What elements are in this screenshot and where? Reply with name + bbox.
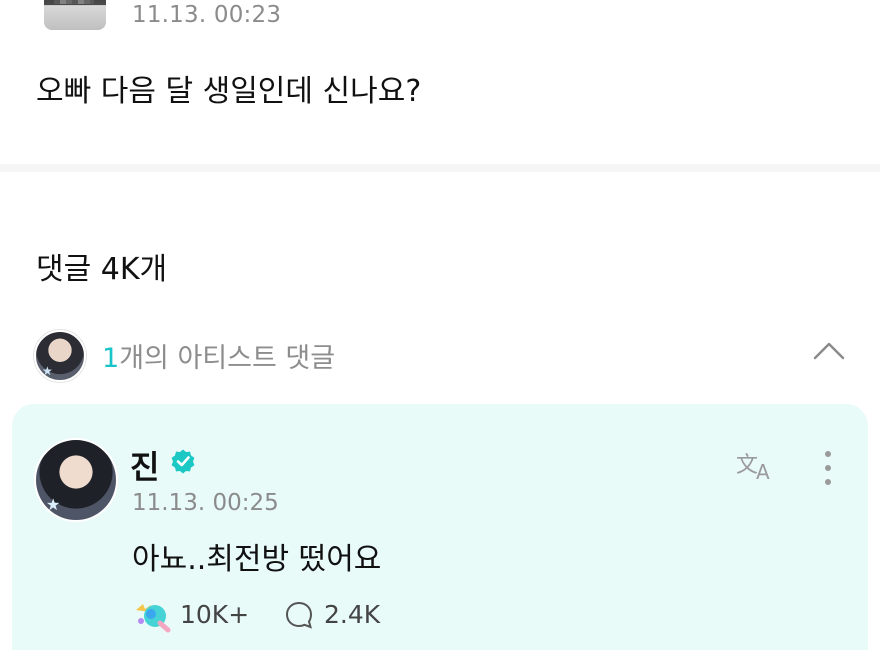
post-text: 오빠 다음 달 생일인데 신나요? — [36, 74, 422, 109]
reply-count: 2.4K — [324, 600, 381, 629]
artist-comments-label-text: 개의 아티스트 댓글 — [119, 343, 336, 374]
artist-comments-toggle[interactable]: ★ 1개의 아티스트 댓글 — [32, 330, 852, 382]
blurred-face — [54, 0, 94, 4]
like-count: 10K+ — [180, 600, 250, 629]
section-divider — [0, 164, 880, 172]
svg-text:文: 文 — [736, 453, 758, 478]
artist-comment-card: ★ 진 11.13. 00:25 아뇨..최전방 떴어요 文 A 10K+ 2.… — [12, 404, 868, 650]
post-detail-page: 11.13. 00:23 오빠 다음 달 생일인데 신나요? 댓글 4K개 ★ … — [0, 0, 880, 650]
reply-bubble-icon — [285, 601, 313, 629]
post-timestamp: 11.13. 00:23 — [132, 2, 282, 28]
post-author-avatar[interactable] — [44, 0, 106, 30]
artist-comment-timestamp: 11.13. 00:25 — [132, 490, 279, 516]
star-icon: ★ — [46, 495, 61, 514]
artist-avatar[interactable]: ★ — [34, 438, 118, 522]
verified-badge-icon — [171, 449, 195, 474]
artist-comment-count: 1 — [102, 343, 120, 374]
star-icon: ★ — [42, 364, 53, 378]
svg-text:A: A — [756, 460, 770, 482]
artist-name[interactable]: 진 — [130, 442, 159, 488]
comment-count-heading: 댓글 4K개 — [36, 252, 168, 287]
artist-mini-avatar: ★ — [34, 330, 86, 382]
artist-comments-label: 1개의 아티스트 댓글 — [102, 336, 335, 375]
chevron-up-icon[interactable] — [812, 338, 846, 362]
translate-icon[interactable]: 文 A — [734, 448, 780, 482]
more-vertical-icon[interactable] — [818, 448, 838, 488]
artist-comment-text: 아뇨..최전방 떴어요 — [132, 542, 382, 577]
like-reaction-icon — [136, 604, 171, 633]
